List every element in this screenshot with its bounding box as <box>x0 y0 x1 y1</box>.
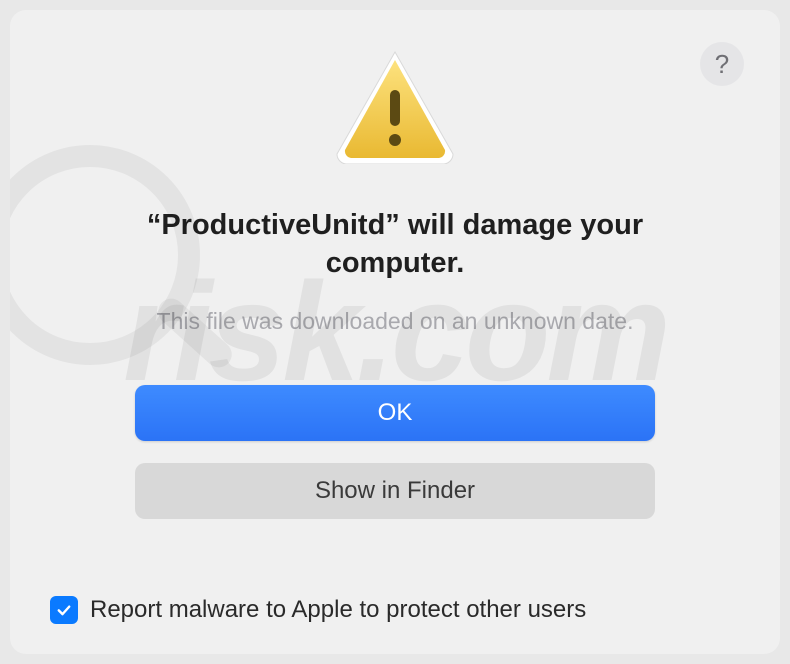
report-malware-label: Report malware to Apple to protect other… <box>90 596 586 624</box>
gatekeeper-alert-dialog: risk.com ? “ProductiveUnitd” will damage… <box>10 10 780 654</box>
help-button[interactable]: ? <box>700 42 744 86</box>
report-malware-checkbox[interactable] <box>50 596 78 624</box>
show-in-finder-button-label: Show in Finder <box>315 477 475 505</box>
checkmark-icon <box>55 601 73 619</box>
warning-icon <box>331 46 459 169</box>
ok-button-label: OK <box>378 399 413 427</box>
show-in-finder-button[interactable]: Show in Finder <box>135 463 655 519</box>
help-icon: ? <box>715 49 729 80</box>
ok-button[interactable]: OK <box>135 385 655 441</box>
alert-title: “ProductiveUnitd” will damage your compu… <box>95 207 695 282</box>
alert-subtitle: This file was downloaded on an unknown d… <box>157 308 634 335</box>
report-malware-row: Report malware to Apple to protect other… <box>50 596 586 624</box>
